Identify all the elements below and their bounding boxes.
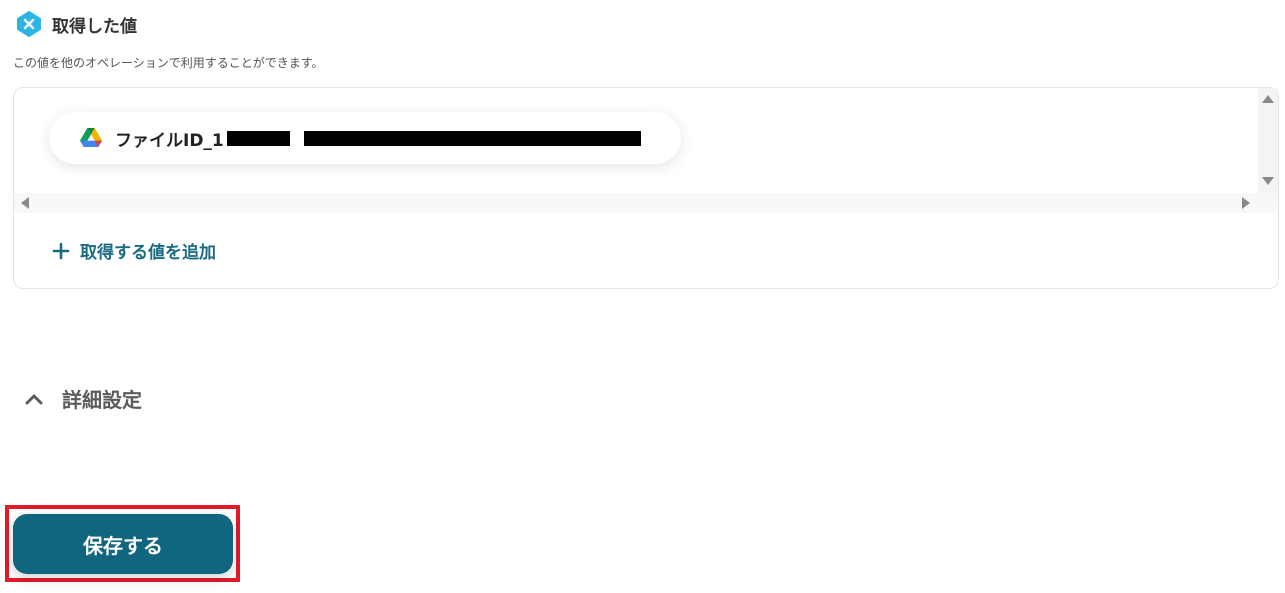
section-title: 取得した値 [52,16,137,37]
plus-icon [52,242,70,259]
advanced-settings-toggle[interactable]: 詳細設定 [24,384,142,413]
save-button[interactable]: 保存する [13,514,233,574]
scroll-down-arrow-icon[interactable] [1262,177,1274,185]
advanced-settings-label: 詳細設定 [62,388,142,412]
redaction-bar [227,131,290,146]
section-description: この値を他のオペレーションで利用することができます。 [13,56,324,70]
google-drive-icon [80,128,102,147]
add-value-label: 取得する値を追加 [80,243,216,263]
redaction-bar [304,131,641,146]
scroll-right-arrow-icon[interactable] [1242,197,1250,209]
values-scroll-area[interactable]: ファイルID_1 [14,88,1278,213]
values-card: ファイルID_1 取得する値を追加 [13,87,1279,289]
horizontal-scrollbar[interactable] [14,193,1278,213]
chevron-up-icon [25,394,43,404]
value-chip-label: ファイルID_1 [115,130,224,151]
vertical-scrollbar[interactable] [1258,88,1278,193]
scroll-up-arrow-icon[interactable] [1262,95,1274,103]
x-badge-icon [17,11,41,37]
section-header: 取得した値 [16,11,137,37]
scroll-left-arrow-icon[interactable] [21,197,29,209]
add-value-button[interactable]: 取得する値を追加 [52,238,216,263]
